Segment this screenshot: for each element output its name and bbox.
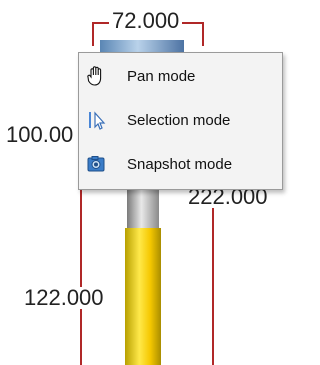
pipe-yellow-section: [125, 228, 161, 365]
context-menu: Pan mode Selection mode Snapshot mode: [78, 52, 283, 190]
menu-item-snapshot-mode[interactable]: Snapshot mode: [79, 145, 282, 183]
bottom-dimension-label: 122.000: [22, 285, 106, 310]
menu-item-label: Pan mode: [127, 67, 196, 85]
menu-item-label: Selection mode: [127, 111, 231, 129]
hand-icon: [85, 65, 107, 87]
left-dimension-line: [80, 185, 82, 365]
menu-item-selection-mode[interactable]: Selection mode: [79, 101, 282, 139]
menu-item-label: Snapshot mode: [127, 155, 233, 173]
top-dimension-label: 72.000: [109, 10, 183, 32]
pipe-gray-section: [127, 190, 159, 228]
selection-cursor-icon: [85, 109, 107, 131]
camera-icon: [85, 153, 107, 175]
right-dimension-line: [212, 185, 214, 365]
left-dimension-label: 100.00: [6, 122, 74, 147]
menu-item-pan-mode[interactable]: Pan mode: [79, 57, 282, 95]
